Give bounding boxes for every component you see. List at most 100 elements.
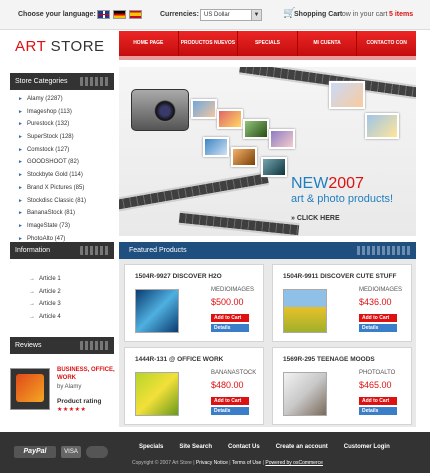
- review-product-by: by Alamy: [57, 384, 82, 390]
- chevron-down-icon: ▼: [251, 10, 261, 20]
- add-to-cart-button[interactable]: Add to Cart: [211, 397, 249, 405]
- main-nav: HOME PAGE PRODUCTOS NUEVOS SPECIALS MI C…: [119, 31, 416, 56]
- product-title[interactable]: 1444R-131 @ OFFICE WORK: [135, 356, 223, 363]
- product-brand: PHOTOALTO: [359, 370, 396, 376]
- photo-thumbnail: [231, 147, 257, 167]
- film-strip-icon: [80, 341, 110, 350]
- privacy-notice-link[interactable]: Privacy Notice: [196, 460, 228, 466]
- nav-specials[interactable]: SPECIALS: [238, 31, 298, 56]
- nav-shadow: [119, 56, 416, 60]
- store-logo[interactable]: ART STORE: [15, 38, 105, 55]
- article-link[interactable]: → Article 3: [29, 301, 61, 314]
- english-flag-icon[interactable]: [97, 10, 110, 19]
- film-strip-icon: [80, 246, 110, 255]
- add-to-cart-button[interactable]: Add to Cart: [211, 314, 249, 322]
- arrow-right-icon: →: [29, 276, 35, 282]
- film-strip-decoration: [178, 210, 300, 236]
- featured-title: Featured Products: [129, 247, 187, 254]
- bullet-icon: ►: [18, 121, 23, 128]
- information-header: Information: [10, 242, 114, 259]
- add-to-cart-button[interactable]: Add to Cart: [359, 314, 397, 322]
- product-rating-label: Product rating: [57, 398, 102, 405]
- reviews-title: Reviews: [15, 342, 42, 349]
- nav-my-account[interactable]: MI CUENTA: [298, 31, 358, 56]
- category-item[interactable]: ► GOODSHOOT (82): [18, 159, 86, 172]
- nav-home[interactable]: HOME PAGE: [119, 31, 179, 56]
- details-button[interactable]: Details: [211, 324, 249, 332]
- product-title[interactable]: 1504R-9927 DISCOVER H2O: [135, 273, 222, 280]
- categories-header: Store Categories: [10, 73, 114, 90]
- footer-link-create-account[interactable]: Create an account: [276, 444, 328, 450]
- article-link[interactable]: → Article 4: [29, 314, 61, 327]
- category-item[interactable]: ► Stockdisc Classic (81): [18, 198, 86, 211]
- footer-link-specials[interactable]: Specials: [139, 444, 163, 450]
- film-strip-icon: [357, 246, 412, 255]
- category-item[interactable]: ► Brand X Pictures (85): [18, 185, 86, 198]
- photo-thumbnail: [217, 109, 243, 129]
- film-strip-decoration: [238, 67, 416, 100]
- product-card: 1504R-9927 DISCOVER H2O MEDIOIMAGES $500…: [124, 264, 264, 342]
- nav-new-products[interactable]: PRODUCTOS NUEVOS: [179, 31, 239, 56]
- footer-link-customer-login[interactable]: Customer Login: [344, 444, 390, 450]
- add-to-cart-button[interactable]: Add to Cart: [359, 397, 397, 405]
- language-label: Choose your language:: [18, 11, 96, 18]
- product-price: $480.00: [211, 380, 244, 390]
- product-price: $465.00: [359, 380, 392, 390]
- review-product-title[interactable]: BUSINESS, OFFICE, WORK: [57, 366, 117, 382]
- details-button[interactable]: Details: [211, 407, 249, 415]
- arrow-right-icon: →: [29, 288, 35, 295]
- banner-subtitle: art & photo products!: [291, 193, 394, 205]
- product-title[interactable]: 1504R-9911 DISCOVER CUTE STUFF: [283, 273, 396, 280]
- photo-thumbnail: [329, 81, 365, 109]
- featured-header: Featured Products: [119, 242, 416, 259]
- category-item[interactable]: ► Stockbyte Gold (114): [18, 172, 86, 185]
- banner-click-here-link[interactable]: » CLICK HERE: [291, 215, 340, 222]
- review-product-image[interactable]: [10, 368, 50, 410]
- rating-stars-icon: ★★★★★: [57, 407, 87, 413]
- top-bar: Choose your language: Currencies: US Dol…: [0, 0, 430, 30]
- product-image[interactable]: [283, 289, 327, 333]
- category-item[interactable]: ► Purestock (132): [18, 121, 86, 134]
- product-image[interactable]: [283, 372, 327, 416]
- product-price: $436.00: [359, 297, 392, 307]
- visa-logo: VISA: [61, 446, 81, 458]
- footer-link-contact-us[interactable]: Contact Us: [228, 444, 260, 450]
- mastercard-logo: [86, 446, 108, 458]
- category-item[interactable]: ► Imageshop (113): [18, 109, 86, 122]
- details-button[interactable]: Details: [359, 407, 397, 415]
- cart-now-text: now in your cart: [338, 11, 388, 18]
- logo-part-store: STORE: [50, 38, 105, 55]
- terms-of-use-link[interactable]: Terms of Use: [232, 460, 261, 466]
- spanish-flag-icon[interactable]: [129, 10, 142, 19]
- nav-contact[interactable]: CONTACTO CON: [357, 31, 416, 56]
- bullet-icon: ►: [18, 197, 23, 204]
- product-image[interactable]: [135, 289, 179, 333]
- category-item[interactable]: ► Alamy (2287): [18, 96, 86, 109]
- german-flag-icon[interactable]: [113, 10, 126, 19]
- shopping-cart-link[interactable]: Shopping Cart: [294, 11, 342, 18]
- footer-links: Specials Site Search Contact Us Create a…: [139, 444, 390, 450]
- banner-headline: NEW2007: [291, 175, 364, 192]
- footer-link-site-search[interactable]: Site Search: [179, 444, 212, 450]
- category-item[interactable]: ► SuperStock (128): [18, 134, 86, 147]
- oscommerce-link[interactable]: Powered by osCommerce: [265, 460, 323, 466]
- details-button[interactable]: Details: [359, 324, 397, 332]
- bullet-icon: ►: [18, 96, 23, 102]
- film-strip-decoration: [119, 171, 270, 213]
- article-link[interactable]: → Article 2: [29, 289, 61, 302]
- product-title[interactable]: 1569R-295 TEENAGE MOODS: [283, 356, 375, 363]
- category-item[interactable]: ► BananaStock (81): [18, 210, 86, 223]
- category-item[interactable]: ► Comstock (127): [18, 147, 86, 160]
- category-item[interactable]: ► ImageState (73): [18, 223, 86, 236]
- article-link[interactable]: → Article 1: [29, 276, 61, 289]
- cart-items-count[interactable]: 5 items: [389, 11, 413, 18]
- promo-banner[interactable]: NEW2007 art & photo products! » CLICK HE…: [119, 67, 416, 236]
- currency-selected-value: US Dollar: [204, 12, 230, 18]
- currency-select[interactable]: US Dollar ▼: [200, 9, 262, 21]
- product-brand: BANANASTOCK: [211, 370, 257, 376]
- copyright-line: Copyright © 2007 Art Store | Privacy Not…: [132, 460, 323, 466]
- product-image[interactable]: [135, 372, 179, 416]
- arrow-right-icon: →: [29, 301, 35, 307]
- bullet-icon: ►: [18, 172, 23, 179]
- film-strip-icon: [80, 77, 110, 86]
